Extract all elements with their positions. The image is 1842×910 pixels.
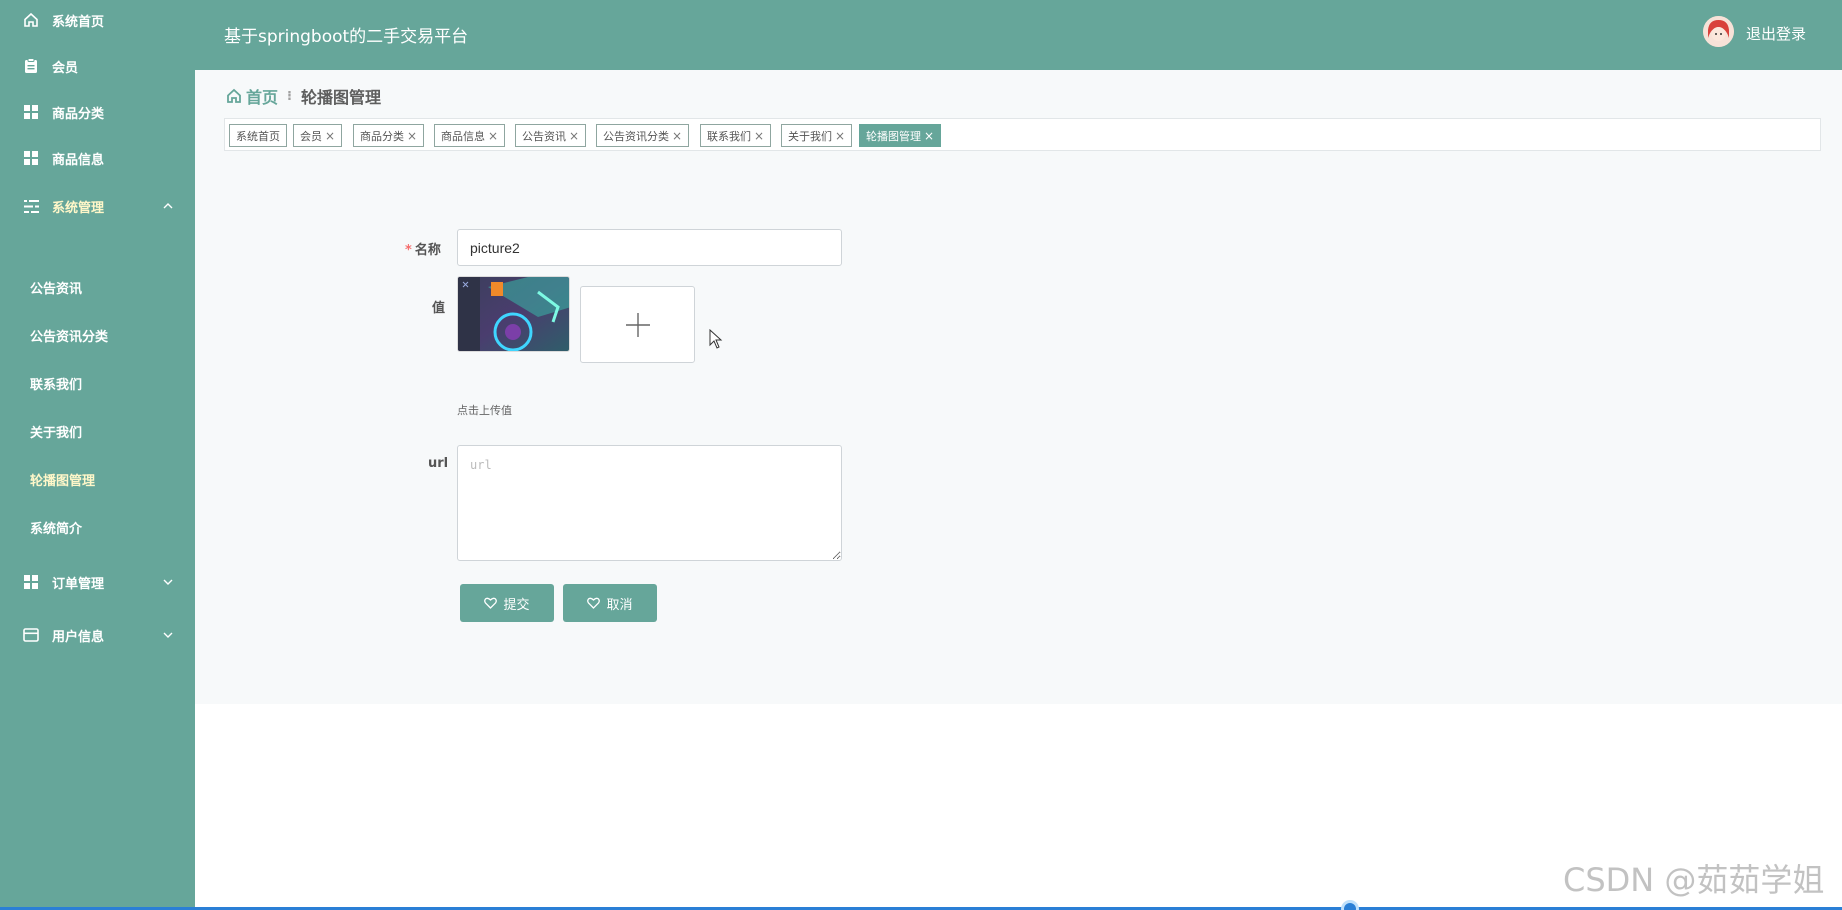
logout-link[interactable]: 退出登录 bbox=[1746, 23, 1806, 44]
close-icon[interactable]: × bbox=[488, 129, 498, 143]
grid-icon bbox=[22, 103, 40, 121]
grid-icon bbox=[22, 573, 40, 591]
sidebar-item-member[interactable]: 会员 bbox=[0, 46, 195, 86]
mouse-cursor-icon bbox=[709, 329, 723, 349]
sidebar-item-user-info[interactable]: 用户信息 bbox=[0, 615, 195, 655]
close-icon[interactable]: × bbox=[325, 129, 335, 143]
avatar[interactable] bbox=[1703, 16, 1734, 47]
heart-icon bbox=[587, 597, 601, 609]
app-root: 系统首页 会员 商品分类 商品信息 系统管理 公告资讯 公告资讯分类 联系我们 … bbox=[0, 0, 1842, 910]
tag-notice-category[interactable]: 公告资讯分类 × bbox=[596, 124, 690, 147]
sidebar-item-label: 商品分类 bbox=[52, 106, 105, 122]
sidebar-item-system[interactable]: 系统管理 bbox=[0, 186, 195, 226]
sidebar-item-label: 商品信息 bbox=[52, 152, 105, 168]
tag-contact[interactable]: 联系我们 × bbox=[700, 124, 772, 147]
sidebar: 系统首页 会员 商品分类 商品信息 系统管理 公告资讯 公告资讯分类 联系我们 … bbox=[0, 0, 195, 910]
sidebar-item-product[interactable]: 商品信息 bbox=[0, 138, 195, 178]
breadcrumb-home[interactable]: 首页 bbox=[226, 84, 278, 108]
sidebar-subitem-notice[interactable]: 公告资讯 bbox=[0, 269, 195, 305]
breadcrumb-separator-icon: ⁝ bbox=[287, 88, 292, 104]
sidebar-subitem-contact[interactable]: 联系我们 bbox=[0, 365, 195, 401]
uploaded-image-thumbnail[interactable] bbox=[457, 276, 570, 352]
chevron-down-icon bbox=[163, 579, 173, 585]
sidebar-subitem-intro[interactable]: 系统简介 bbox=[0, 509, 195, 545]
cancel-button[interactable]: 取消 bbox=[563, 584, 657, 622]
tag-carousel[interactable]: 轮播图管理 × bbox=[859, 124, 942, 147]
home-icon bbox=[227, 88, 241, 103]
url-label: url bbox=[428, 456, 449, 471]
main-panel: 首页 ⁝ 轮播图管理 系统首页 会员 × 商品分类 × 商品信息 × 公告资讯 × 公告… bbox=[195, 70, 1842, 704]
chevron-down-icon bbox=[163, 632, 173, 638]
clipboard-icon bbox=[22, 57, 40, 75]
sidebar-subitem-carousel[interactable]: 轮播图管理 bbox=[0, 461, 195, 497]
top-header: 基于springboot的二手交易平台 退出登录 bbox=[195, 0, 1842, 70]
sidebar-item-label: 会员 bbox=[52, 60, 79, 76]
sidebar-item-home[interactable]: 系统首页 bbox=[0, 0, 195, 40]
plus-icon bbox=[625, 312, 650, 337]
breadcrumb-current: 轮播图管理 bbox=[300, 88, 381, 107]
name-input[interactable] bbox=[457, 229, 842, 266]
breadcrumb: 首页 ⁝ 轮播图管理 bbox=[226, 84, 381, 108]
tag-member[interactable]: 会员 × bbox=[293, 124, 343, 147]
url-textarea[interactable] bbox=[457, 445, 842, 561]
close-icon[interactable]: × bbox=[569, 129, 579, 143]
upload-tip: 点击上传值 bbox=[457, 404, 512, 417]
value-label: 值 bbox=[432, 301, 446, 316]
tag-product[interactable]: 商品信息 × bbox=[434, 124, 506, 147]
tag-category[interactable]: 商品分类 × bbox=[353, 124, 425, 147]
chevron-up-icon bbox=[163, 203, 173, 209]
close-icon[interactable]: × bbox=[407, 129, 417, 143]
close-icon[interactable]: × bbox=[924, 129, 934, 143]
sidebar-item-label: 用户信息 bbox=[52, 629, 105, 645]
tag-notice[interactable]: 公告资讯 × bbox=[515, 124, 587, 147]
close-icon[interactable]: × bbox=[754, 129, 764, 143]
tags-bar: 系统首页 会员 × 商品分类 × 商品信息 × 公告资讯 × 公告资讯分类 × 联系我们 ×… bbox=[224, 118, 1821, 151]
app-title: 基于springboot的二手交易平台 bbox=[224, 27, 469, 47]
scroll-handle[interactable] bbox=[1341, 900, 1359, 910]
grid-icon bbox=[22, 149, 40, 167]
close-icon[interactable]: × bbox=[835, 129, 845, 143]
tag-home[interactable]: 系统首页 bbox=[229, 124, 287, 147]
tag-about[interactable]: 关于我们 × bbox=[781, 124, 853, 147]
sidebar-item-label: 系统管理 bbox=[52, 200, 105, 216]
sidebar-subitem-notice-category[interactable]: 公告资讯分类 bbox=[0, 317, 195, 353]
card-icon bbox=[22, 626, 40, 644]
heart-icon bbox=[484, 597, 498, 609]
sidebar-item-label: 订单管理 bbox=[52, 576, 105, 592]
sidebar-item-orders[interactable]: 订单管理 bbox=[0, 562, 195, 602]
sidebar-item-category[interactable]: 商品分类 bbox=[0, 92, 195, 132]
home-icon bbox=[22, 11, 40, 29]
required-marker: * bbox=[405, 243, 412, 258]
sidebar-subitem-about[interactable]: 关于我们 bbox=[0, 413, 195, 449]
list-icon bbox=[22, 197, 40, 215]
sidebar-item-label: 系统首页 bbox=[52, 14, 105, 30]
close-icon[interactable]: × bbox=[672, 129, 682, 143]
upload-button[interactable] bbox=[580, 286, 695, 363]
name-label: * 名称 bbox=[405, 243, 441, 258]
watermark: CSDN @茹茹学姐 bbox=[1563, 861, 1825, 899]
submit-button[interactable]: 提交 bbox=[460, 584, 554, 622]
